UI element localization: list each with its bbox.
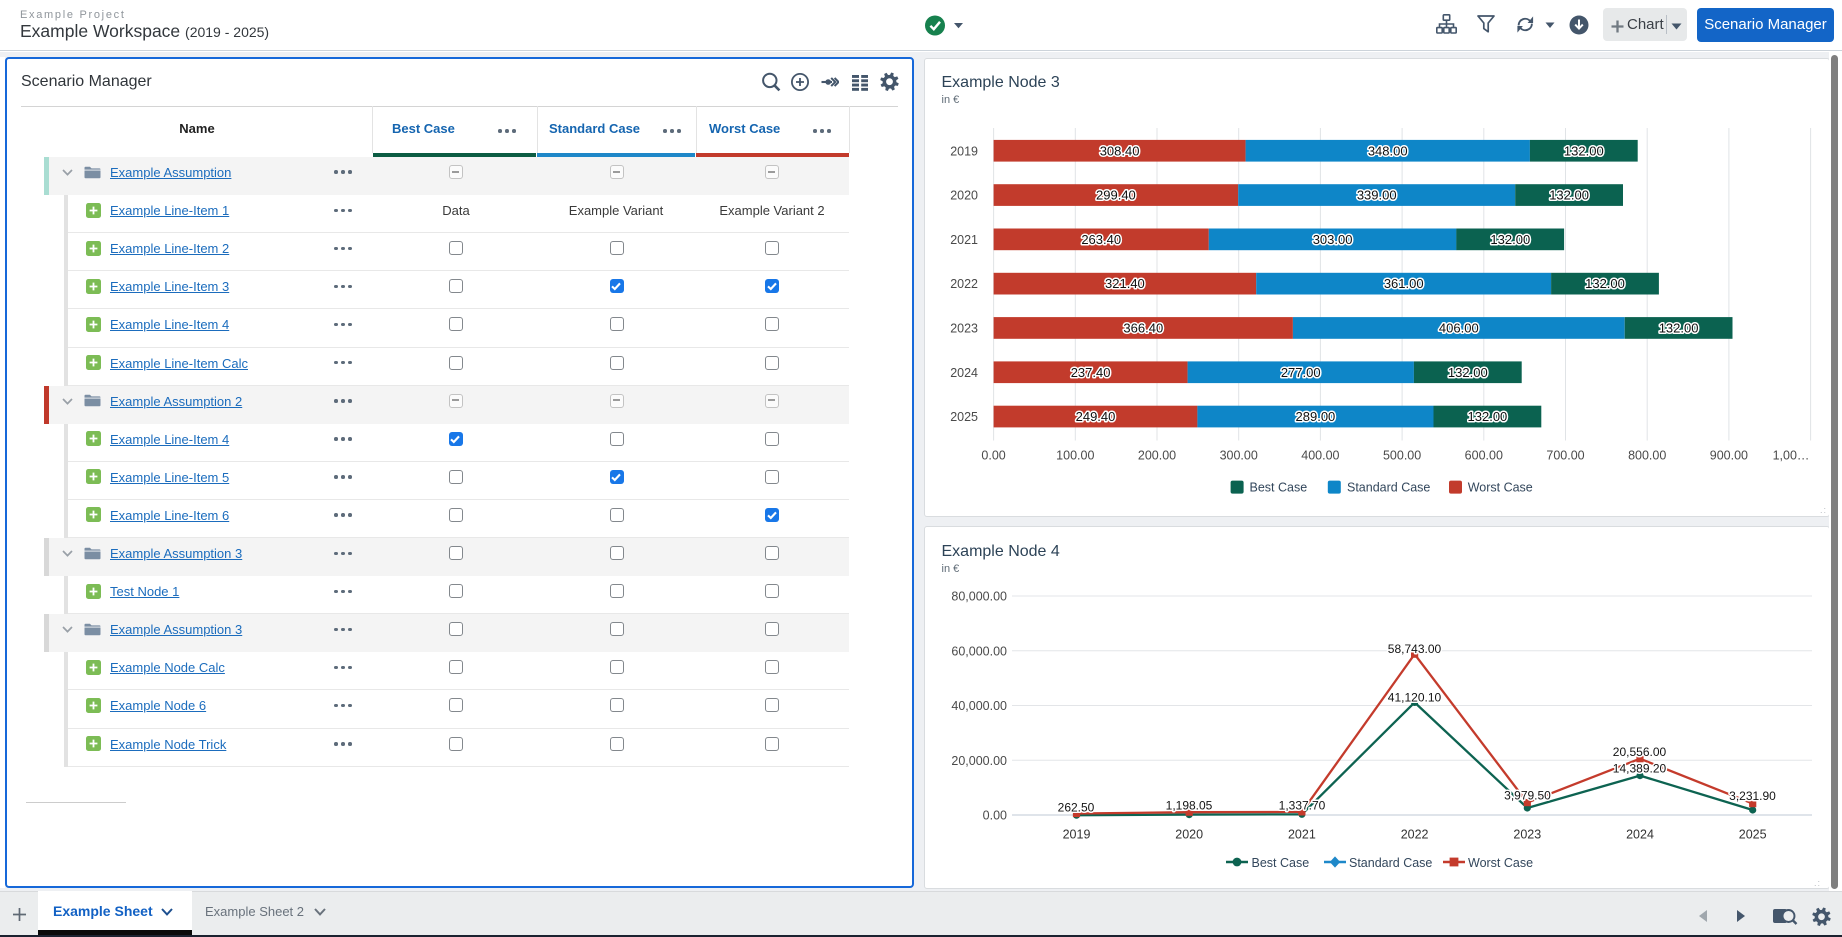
svg-text:Worst Case: Worst Case <box>1468 481 1533 495</box>
svg-text:2020: 2020 <box>1175 828 1203 842</box>
svg-text:262.50: 262.50 <box>1058 801 1095 815</box>
svg-text:308.40: 308.40 <box>1100 143 1140 158</box>
svg-text:400.00: 400.00 <box>1301 449 1339 463</box>
svg-text:339.00: 339.00 <box>1357 188 1397 203</box>
svg-text:40,000.00: 40,000.00 <box>951 699 1007 713</box>
svg-text:249.40: 249.40 <box>1076 409 1116 424</box>
svg-text:132.00: 132.00 <box>1564 143 1604 158</box>
svg-text:600.00: 600.00 <box>1465 449 1503 463</box>
svg-text:Worst Case: Worst Case <box>1468 856 1533 870</box>
svg-text:14,389.20: 14,389.20 <box>1613 762 1667 776</box>
svg-text:2021: 2021 <box>1288 828 1316 842</box>
svg-text:263.40: 263.40 <box>1081 232 1121 247</box>
svg-text:237.40: 237.40 <box>1071 365 1111 380</box>
svg-text:800.00: 800.00 <box>1628 449 1666 463</box>
svg-text:406.00: 406.00 <box>1439 321 1479 336</box>
svg-text:1,337.70: 1,337.70 <box>1279 799 1326 813</box>
svg-text:60,000.00: 60,000.00 <box>951 644 1007 658</box>
svg-text:303.00: 303.00 <box>1313 232 1353 247</box>
svg-text:2023: 2023 <box>950 322 978 336</box>
svg-text:Best Case: Best Case <box>1252 856 1310 870</box>
svg-text:0.00: 0.00 <box>981 449 1005 463</box>
svg-text:132.00: 132.00 <box>1468 409 1508 424</box>
svg-text:299.40: 299.40 <box>1096 188 1136 203</box>
svg-text:2025: 2025 <box>950 410 978 424</box>
svg-text:0.00: 0.00 <box>983 809 1007 823</box>
svg-text:2024: 2024 <box>1626 828 1654 842</box>
svg-text:1,198.05: 1,198.05 <box>1166 799 1213 813</box>
svg-text:277.00: 277.00 <box>1281 365 1321 380</box>
svg-text:900.00: 900.00 <box>1710 449 1748 463</box>
svg-text:321.40: 321.40 <box>1105 276 1145 291</box>
svg-text:80,000.00: 80,000.00 <box>951 590 1007 604</box>
svg-text:132.00: 132.00 <box>1549 188 1589 203</box>
svg-text:2019: 2019 <box>950 144 978 158</box>
svg-text:289.00: 289.00 <box>1296 409 1336 424</box>
svg-text:200.00: 200.00 <box>1138 449 1176 463</box>
svg-text:20,000.00: 20,000.00 <box>951 754 1007 768</box>
svg-text:Standard Case: Standard Case <box>1349 856 1432 870</box>
svg-text:2023: 2023 <box>1513 828 1541 842</box>
svg-text:3,231.90: 3,231.90 <box>1729 789 1776 803</box>
svg-text:Standard Case: Standard Case <box>1347 481 1430 495</box>
svg-text:100.00: 100.00 <box>1056 449 1094 463</box>
svg-text:361.00: 361.00 <box>1384 276 1424 291</box>
svg-text:348.00: 348.00 <box>1368 143 1408 158</box>
svg-text:1,00…: 1,00… <box>1773 449 1810 463</box>
svg-text:2022: 2022 <box>1401 828 1429 842</box>
svg-text:700.00: 700.00 <box>1546 449 1584 463</box>
svg-text:132.00: 132.00 <box>1448 365 1488 380</box>
svg-text:366.40: 366.40 <box>1123 321 1163 336</box>
svg-text:58,743.00: 58,743.00 <box>1388 642 1442 656</box>
svg-text:2019: 2019 <box>1063 828 1091 842</box>
svg-text:132.00: 132.00 <box>1659 321 1699 336</box>
svg-text:300.00: 300.00 <box>1220 449 1258 463</box>
svg-text:2025: 2025 <box>1739 828 1767 842</box>
svg-text:20,556.00: 20,556.00 <box>1613 745 1667 759</box>
svg-text:2024: 2024 <box>950 366 978 380</box>
svg-text:500.00: 500.00 <box>1383 449 1421 463</box>
svg-text:41,120.10: 41,120.10 <box>1388 691 1442 705</box>
svg-text:2021: 2021 <box>950 233 978 247</box>
svg-text:Best Case: Best Case <box>1250 481 1308 495</box>
svg-text:132.00: 132.00 <box>1490 232 1530 247</box>
svg-text:2020: 2020 <box>950 189 978 203</box>
svg-text:2022: 2022 <box>950 277 978 291</box>
svg-text:132.00: 132.00 <box>1585 276 1625 291</box>
svg-text:3,979.50: 3,979.50 <box>1504 789 1551 803</box>
